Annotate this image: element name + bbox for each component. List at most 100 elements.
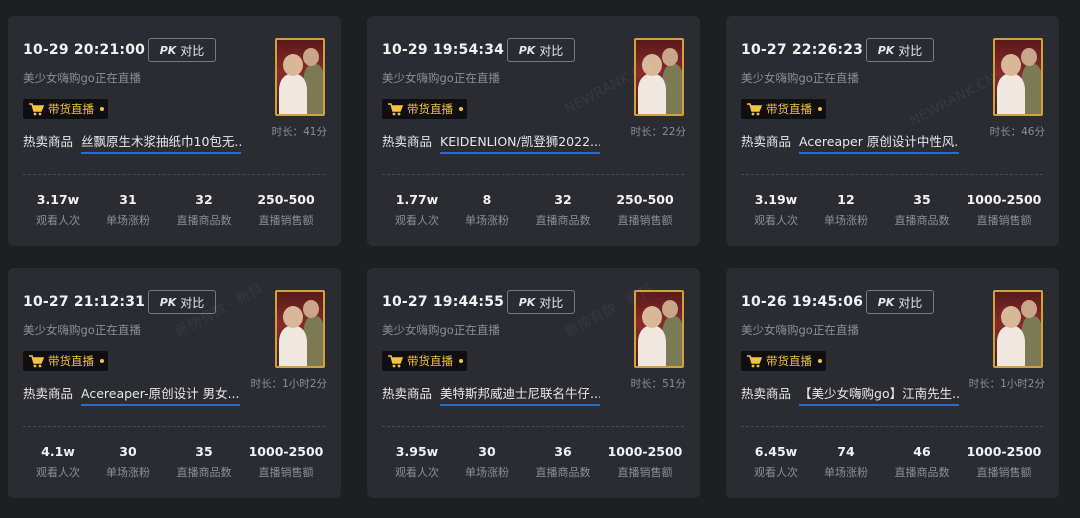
live-session-card[interactable]: 10-27 21:12:31 PK 对比 美少女嗨购go正在直播 带货直播 热卖…: [8, 268, 341, 498]
pk-compare-label: 对比: [180, 43, 205, 58]
stat-item: 1000-2500 直播销售额: [244, 444, 328, 480]
hot-product-link[interactable]: KEIDENLION/凯登狮2022...: [440, 131, 601, 154]
stat-value: 1000-2500: [966, 444, 1042, 459]
live-thumbnail[interactable]: [993, 290, 1043, 368]
live-thumbnail[interactable]: [634, 38, 684, 116]
hot-product-row: 热卖商品 【美少女嗨购go】江南先生...: [741, 383, 960, 406]
pk-compare-label: 对比: [539, 43, 564, 58]
hot-product-label: 热卖商品: [741, 134, 792, 149]
session-duration: 时长：1小时2分: [968, 378, 1045, 390]
stat-value: 35: [913, 192, 931, 207]
pk-compare-label: 对比: [898, 295, 923, 310]
hot-product-link[interactable]: 丝飘原生木浆抽纸巾10包无...: [81, 131, 242, 154]
pk-compare-button[interactable]: PK 对比: [148, 38, 216, 62]
stat-label: 直播商品数: [894, 214, 950, 227]
stat-value: 32: [195, 192, 213, 207]
pk-compare-button[interactable]: PK 对比: [507, 290, 575, 314]
stat-value: 31: [119, 192, 137, 207]
hot-product-link[interactable]: 美特斯邦威迪士尼联名牛仔...: [440, 383, 601, 406]
live-thumbnail[interactable]: [275, 38, 325, 116]
session-time: 10-27 19:44:55: [382, 294, 505, 310]
stat-label: 单场涨粉: [824, 214, 868, 227]
live-status: 美少女嗨购go正在直播: [741, 323, 859, 337]
live-session-card[interactable]: 10-26 19:45:06 PK 对比 美少女嗨购go正在直播 带货直播 热卖…: [726, 268, 1059, 498]
session-time: 10-27 21:12:31: [23, 294, 146, 310]
stat-item: 36 直播商品数: [521, 444, 605, 480]
stat-label: 直播销售额: [617, 466, 673, 479]
hot-product-row: 热卖商品 美特斯邦威迪士尼联名牛仔...: [382, 383, 601, 406]
stat-item: 1000-2500 直播销售额: [603, 444, 687, 480]
stat-value: 1000-2500: [966, 192, 1042, 207]
stat-label: 直播销售额: [617, 214, 673, 227]
pk-compare-button[interactable]: PK 对比: [866, 290, 934, 314]
live-session-card[interactable]: 10-29 20:21:00 PK 对比 美少女嗨购go正在直播 带货直播 热卖…: [8, 16, 341, 246]
live-session-card[interactable]: 10-27 22:26:23 PK 对比 美少女嗨购go正在直播 带货直播 热卖…: [726, 16, 1059, 246]
sales-live-tag-label: 带货直播: [407, 102, 453, 116]
cart-icon: [29, 102, 44, 115]
stat-label: 直播商品数: [176, 466, 232, 479]
stat-item: 30 单场涨粉: [86, 444, 170, 480]
session-time: 10-29 19:54:34: [382, 42, 505, 58]
cart-icon: [388, 354, 403, 367]
stat-label: 单场涨粉: [106, 214, 150, 227]
pk-compare-button[interactable]: PK 对比: [507, 38, 575, 62]
stat-item: 12 单场涨粉: [804, 192, 888, 228]
stat-item: 31 单场涨粉: [86, 192, 170, 228]
card-divider: [23, 174, 325, 175]
live-thumbnail[interactable]: [993, 38, 1043, 116]
tag-dot: [100, 107, 104, 111]
stat-label: 直播销售额: [258, 466, 314, 479]
session-duration: 时长：41分: [271, 126, 327, 138]
sales-live-tag-label: 带货直播: [766, 354, 812, 368]
pk-compare-button[interactable]: PK 对比: [148, 290, 216, 314]
pk-compare-label: 对比: [180, 295, 205, 310]
stat-value: 35: [195, 444, 213, 459]
pk-compare-button[interactable]: PK 对比: [866, 38, 934, 62]
hot-product-link[interactable]: Acereaper-原创设计 男女...: [81, 383, 240, 406]
hot-product-label: 热卖商品: [741, 386, 792, 401]
sales-live-tag: 带货直播: [382, 351, 467, 371]
card-divider: [23, 426, 325, 427]
live-thumbnail[interactable]: [634, 290, 684, 368]
sales-live-tag-label: 带货直播: [48, 102, 94, 116]
card-divider: [741, 426, 1043, 427]
hot-product-row: 热卖商品 KEIDENLION/凯登狮2022...: [382, 131, 601, 154]
sales-live-tag: 带货直播: [741, 99, 826, 119]
pk-icon: PK: [877, 295, 895, 309]
live-status: 美少女嗨购go正在直播: [382, 323, 500, 337]
cart-icon: [747, 354, 762, 367]
live-status: 美少女嗨购go正在直播: [23, 71, 141, 85]
hot-product-link[interactable]: 【美少女嗨购go】江南先生...: [799, 383, 960, 406]
stat-item: 35 直播商品数: [880, 192, 964, 228]
stat-label: 直播销售额: [976, 214, 1032, 227]
stat-label: 直播商品数: [535, 466, 591, 479]
stat-value: 1000-2500: [248, 444, 324, 459]
tag-dot: [459, 107, 463, 111]
stat-item: 250-500 直播销售额: [603, 192, 687, 228]
stat-value: 8: [482, 192, 492, 207]
stat-label: 单场涨粉: [824, 466, 868, 479]
stat-value: 250-500: [616, 192, 674, 207]
cart-icon: [388, 102, 403, 115]
stat-label: 直播销售额: [258, 214, 314, 227]
stat-label: 直播商品数: [176, 214, 232, 227]
cart-icon: [29, 354, 44, 367]
sales-live-tag-label: 带货直播: [766, 102, 812, 116]
hot-product-link[interactable]: Acereaper 原创设计中性风...: [799, 131, 960, 154]
pk-compare-label: 对比: [898, 43, 923, 58]
pk-icon: PK: [159, 295, 177, 309]
session-duration: 时长：46分: [989, 126, 1045, 138]
stat-label: 直播销售额: [976, 466, 1032, 479]
session-time: 10-27 22:26:23: [741, 42, 864, 58]
tag-dot: [818, 107, 822, 111]
live-thumbnail[interactable]: [275, 290, 325, 368]
live-session-card[interactable]: 10-27 19:44:55 PK 对比 美少女嗨购go正在直播 带货直播 热卖…: [367, 268, 700, 498]
stat-value: 36: [554, 444, 572, 459]
hot-product-row: 热卖商品 丝飘原生木浆抽纸巾10包无...: [23, 131, 242, 154]
sales-live-tag-label: 带货直播: [48, 354, 94, 368]
live-session-card[interactable]: 10-29 19:54:34 PK 对比 美少女嗨购go正在直播 带货直播 热卖…: [367, 16, 700, 246]
hot-product-row: 热卖商品 Acereaper-原创设计 男女...: [23, 383, 240, 406]
stat-value: 30: [478, 444, 496, 459]
pk-compare-label: 对比: [539, 295, 564, 310]
hot-product-row: 热卖商品 Acereaper 原创设计中性风...: [741, 131, 960, 154]
